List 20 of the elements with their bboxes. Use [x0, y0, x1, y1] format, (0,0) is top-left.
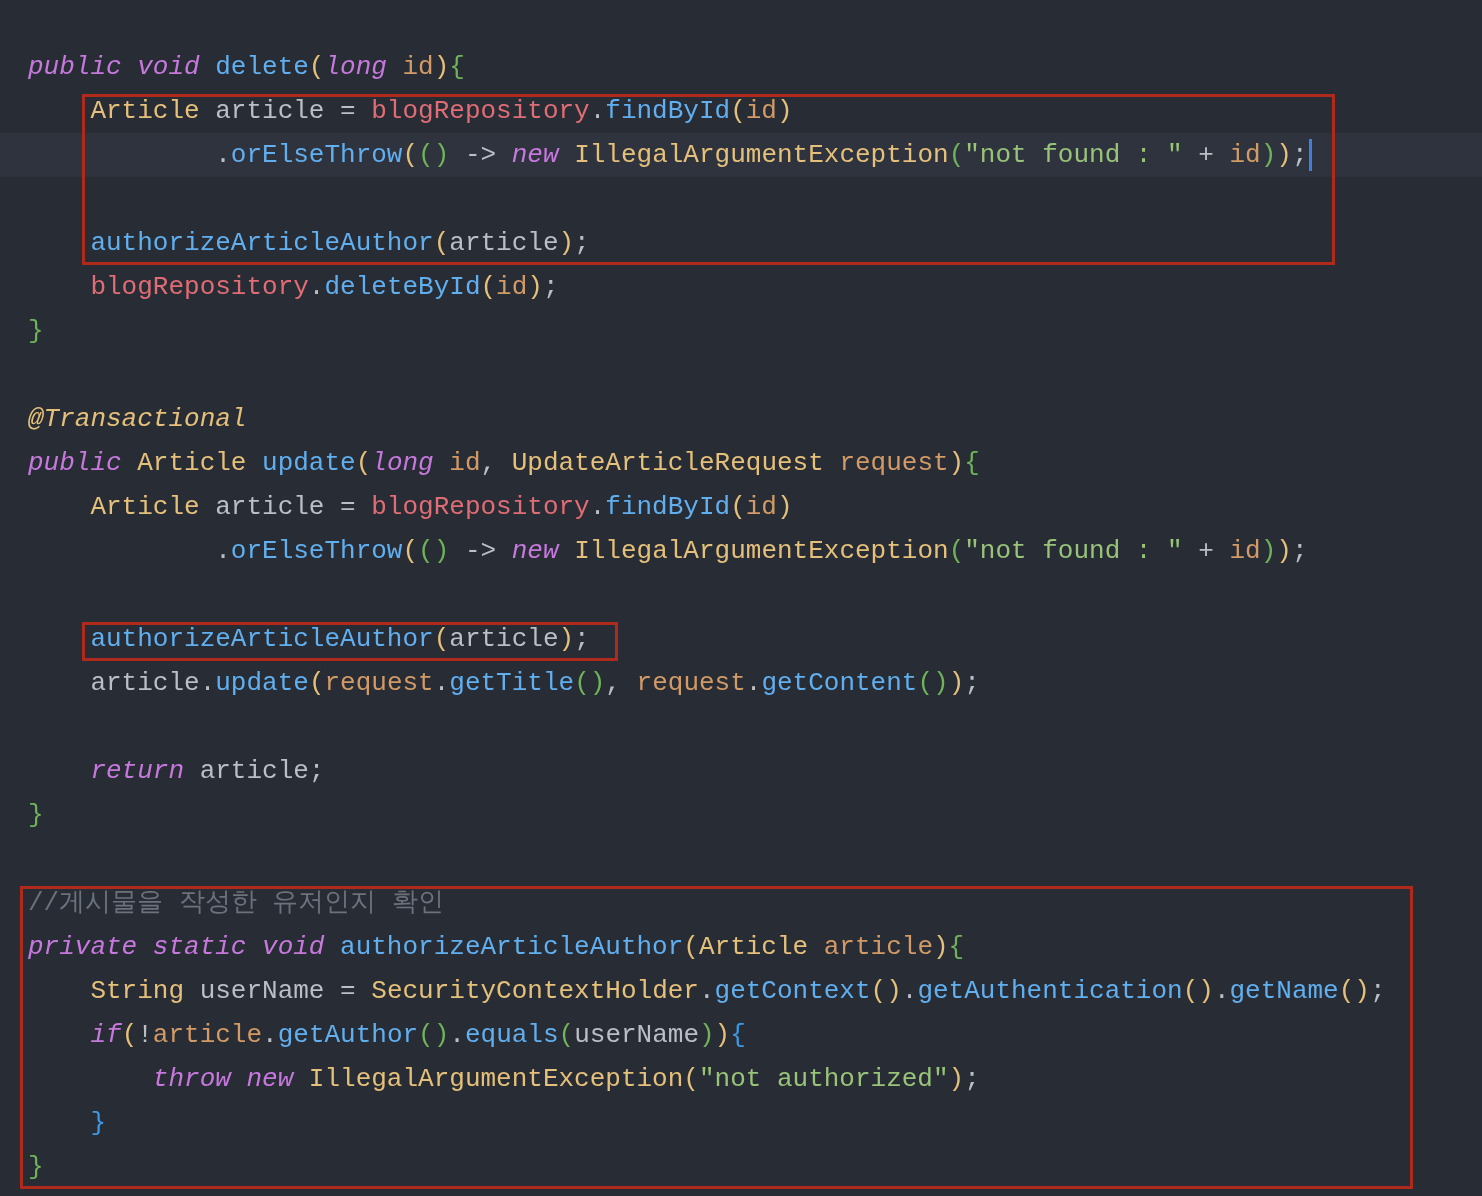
code-line: //게시물을 작성한 유저인지 확인	[27, 887, 445, 920]
code-line: }	[27, 799, 45, 832]
code-line: public Article update(long id, UpdateArticleRequest request){	[27, 447, 981, 480]
code-line: }	[27, 1151, 45, 1184]
code-line: Article article = blogRepository.findById(id)	[89, 491, 794, 524]
code-line: blogRepository.deleteById(id);	[89, 271, 560, 304]
code-line: String userName = SecurityContextHolder.getContext().getAuthentication().getName();	[89, 975, 1387, 1008]
code-line: }	[89, 1107, 107, 1140]
code-line: return article;	[89, 755, 326, 788]
code-line: }	[27, 315, 45, 348]
code-line: authorizeArticleAuthor(article);	[89, 623, 591, 656]
code-line: private static void authorizeArticleAuthor(Article article){	[27, 931, 966, 964]
code-line: public void delete(long id){	[27, 51, 466, 84]
code-line: .orElseThrow(() -> new IllegalArgumentException("not found : " + id));	[214, 535, 1309, 568]
code-line: @Transactional	[27, 403, 248, 436]
code-line: if(!article.getAuthor().equals(userName)){	[89, 1019, 747, 1052]
code-line: throw new IllegalArgumentException("not authorized");	[151, 1063, 981, 1096]
code-line: article.update(request.getTitle(), request.getContent());	[89, 667, 981, 700]
code-line: authorizeArticleAuthor(article);	[89, 227, 591, 260]
code-line: Article article = blogRepository.findById(id)	[89, 95, 794, 128]
